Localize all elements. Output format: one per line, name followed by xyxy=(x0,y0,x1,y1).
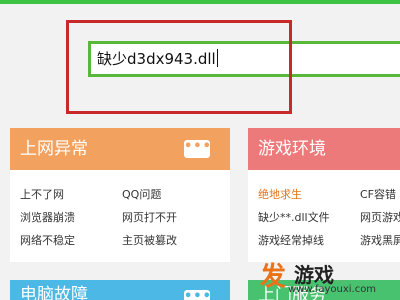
more-button[interactable]: ••• xyxy=(184,290,211,300)
link-pubg[interactable]: 绝地求生 xyxy=(258,186,302,202)
logo-mark: 发 xyxy=(260,262,287,292)
more-button[interactable]: ••• xyxy=(184,140,211,158)
panel-game-environment-header: 游戏环境 xyxy=(248,128,400,170)
link-missing-dll[interactable]: 缺少**.dll文件 xyxy=(258,209,330,225)
panel-pc-fault-header: 电脑故障 ••• xyxy=(10,280,230,300)
link-web-game[interactable]: 网页游戏 xyxy=(360,209,400,225)
panel-pc-fault-title: 电脑故障 xyxy=(20,285,88,300)
link-browser-crash[interactable]: 浏览器崩溃 xyxy=(20,209,75,225)
link-page-wont-open[interactable]: 网页打不开 xyxy=(122,209,177,225)
panel-pc-fault: 电脑故障 ••• xyxy=(10,280,230,300)
link-game-disconnect[interactable]: 游戏经常掉线 xyxy=(258,232,324,248)
link-no-internet[interactable]: 上不了网 xyxy=(20,186,64,202)
link-homepage-hijacked[interactable]: 主页被篡改 xyxy=(122,232,177,248)
top-accent-line xyxy=(0,0,400,4)
link-cf[interactable]: CF容错 xyxy=(360,186,396,202)
link-qq-problem[interactable]: QQ问题 xyxy=(122,186,161,202)
link-unstable-network[interactable]: 网络不稳定 xyxy=(20,232,75,248)
panel-game-environment: 游戏环境 绝地求生 CF容错 缺少**.dll文件 网页游戏 游戏经常掉线 游戏… xyxy=(248,128,400,262)
panel-game-environment-title: 游戏环境 xyxy=(258,139,326,159)
panel-network-issues-header: 上网异常 ••• xyxy=(10,128,230,170)
link-game-black-screen[interactable]: 游戏黑屏 xyxy=(360,232,400,248)
panel-network-issues-title: 上网异常 xyxy=(20,139,88,159)
site-watermark-logo: 发 游戏 www.fayouxi.com xyxy=(250,254,400,300)
panel-network-issues: 上网异常 ••• 上不了网 QQ问题 浏览器崩溃 网页打不开 网络不稳定 主页被… xyxy=(10,128,230,262)
annotation-highlight-box xyxy=(66,20,292,114)
logo-url: www.fayouxi.com xyxy=(288,284,377,295)
